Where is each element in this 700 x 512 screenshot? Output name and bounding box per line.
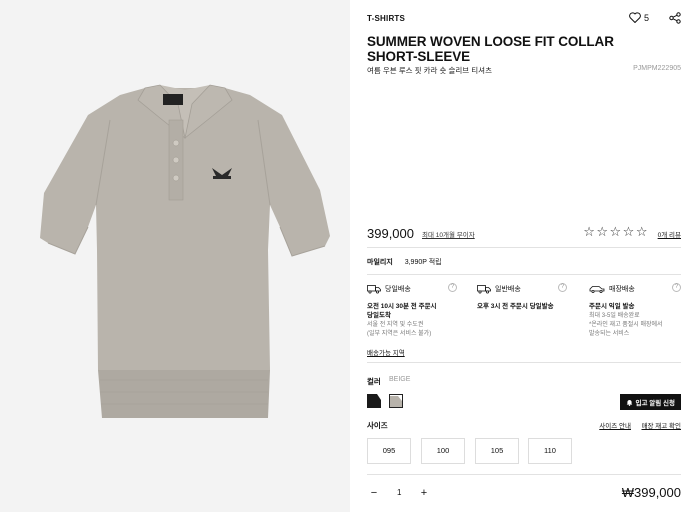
product-image	[40, 84, 330, 418]
divider	[367, 474, 681, 475]
product-subtitle: 여름 우븐 루스 핏 카라 숏 슬리브 티셔츠	[367, 66, 492, 75]
price: 399,000	[367, 226, 414, 241]
divider	[367, 362, 681, 363]
divider	[367, 247, 681, 248]
product-info-panel: T-SHIRTS 5 SUMMER WOVEN LOOSE FIT COLLAR…	[367, 0, 681, 512]
installment-link[interactable]: 최대 10개월 무이자	[422, 229, 475, 239]
mileage-value: 3,990P 적립	[404, 259, 442, 266]
heart-icon	[629, 12, 641, 23]
same-day-title-line: 당일도착	[367, 312, 391, 319]
store-delivery: 매장배송 ? 주문시 익일 발송 최대 3-5일 배송완료 *온라인 재고 품절…	[589, 283, 681, 339]
like-button[interactable]: 5	[629, 12, 649, 23]
size-option-100[interactable]: 100	[421, 438, 465, 464]
total-price: ₩399,000	[621, 485, 681, 500]
product-sku: PJMPM222905	[633, 65, 681, 72]
same-day-desc-line: 서울 전 지역 및 수도권	[367, 322, 424, 328]
store-desc-line: *온라인 재고 품절시 매장에서	[589, 322, 663, 328]
color-label: 컬러	[367, 377, 381, 386]
restock-label: 입고 알림 신청	[635, 400, 676, 407]
color-swatch-beige[interactable]	[389, 394, 403, 408]
product-image-panel	[0, 0, 350, 512]
standard-delivery: 일반배송 ? 오후 3시 전 주문시 당일발송	[477, 283, 577, 311]
same-day-delivery: 당일배송 ? 오전 10시 30분 전 주문시 당일도착 서울 전 지역 및 수…	[367, 283, 467, 339]
color-value: BEIGE	[389, 376, 411, 383]
store-desc-line: 최대 3-5일 배송완료	[589, 313, 640, 319]
store-stock-link[interactable]: 매장 재고 확인	[642, 420, 682, 430]
size-label: 사이즈	[367, 421, 388, 430]
standard-title-line: 오후 3시 전 주문시 당일발송	[477, 303, 554, 310]
store-title-line: 주문시 익일 발송	[589, 303, 635, 310]
truck-clock-icon	[367, 285, 381, 294]
store-desc-line: 발송되는 서비스	[589, 331, 630, 337]
size-option-110[interactable]: 110	[528, 438, 572, 464]
mileage-label: 마일리지	[367, 259, 393, 266]
price-row: 399,000 최대 10개월 무이자 ☆☆☆☆☆ 0개 리뷰	[367, 224, 681, 244]
like-count: 5	[643, 12, 649, 23]
help-icon[interactable]: ?	[448, 283, 457, 292]
same-day-desc-line: (일부 지역은 서비스 불가)	[367, 331, 432, 337]
share-icon[interactable]	[669, 12, 681, 24]
color-swatch-black[interactable]	[367, 394, 381, 408]
same-day-title-line: 오전 10시 30분 전 주문시	[367, 303, 437, 310]
quantity-minus-button[interactable]: −	[367, 486, 381, 500]
review-link[interactable]: 0개 리뷰	[658, 229, 681, 239]
category-label: T-SHIRTS	[367, 14, 406, 23]
help-icon[interactable]: ?	[672, 283, 681, 292]
standard-label: 일반배송	[495, 286, 521, 293]
rating-stars: ☆☆☆☆☆	[583, 224, 649, 239]
size-option-095[interactable]: 095	[367, 438, 411, 464]
size-option-105[interactable]: 105	[475, 438, 519, 464]
product-title: SUMMER WOVEN LOOSE FIT COLLAR SHORT-SLEE…	[367, 34, 614, 64]
car-icon	[589, 286, 605, 294]
truck-icon	[477, 285, 491, 294]
quantity-plus-button[interactable]: +	[417, 486, 431, 500]
same-day-label: 당일배송	[385, 286, 411, 293]
bell-icon	[626, 399, 632, 406]
quantity-value[interactable]: 1	[397, 488, 401, 497]
delivery-area-link[interactable]: 배송가능 지역	[367, 347, 405, 357]
delivery-options: 당일배송 ? 오전 10시 30분 전 주문시 당일도착 서울 전 지역 및 수…	[367, 283, 681, 357]
mileage-row: 마일리지 3,990P 적립	[367, 257, 442, 267]
store-label: 매장배송	[609, 286, 635, 293]
divider	[367, 274, 681, 275]
help-icon[interactable]: ?	[558, 283, 567, 292]
restock-alert-button[interactable]: 입고 알림 신청	[619, 394, 681, 410]
size-guide-link[interactable]: 사이즈 안내	[599, 420, 631, 430]
